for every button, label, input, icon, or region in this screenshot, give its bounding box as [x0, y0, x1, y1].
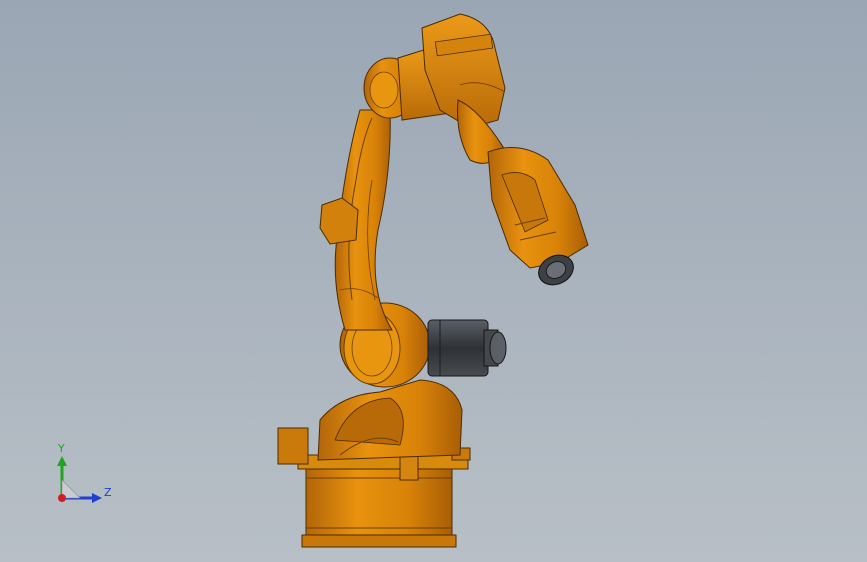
z-axis-label: Z: [104, 486, 112, 499]
axis-motor: [427, 319, 507, 377]
robot-arm-model[interactable]: [0, 0, 867, 562]
forearm: [421, 13, 506, 164]
z-axis-arrow: [92, 493, 102, 503]
orientation-triad[interactable]: Y Z: [40, 440, 130, 510]
wrist-assembly: [487, 147, 589, 269]
y-axis-arrow: [57, 456, 67, 466]
y-axis-label: Y: [57, 442, 65, 455]
graphics-viewport[interactable]: Y Z: [0, 0, 867, 562]
robot-turret: [317, 379, 463, 461]
lower-arm: [319, 109, 393, 331]
triad-origin: [58, 494, 66, 502]
